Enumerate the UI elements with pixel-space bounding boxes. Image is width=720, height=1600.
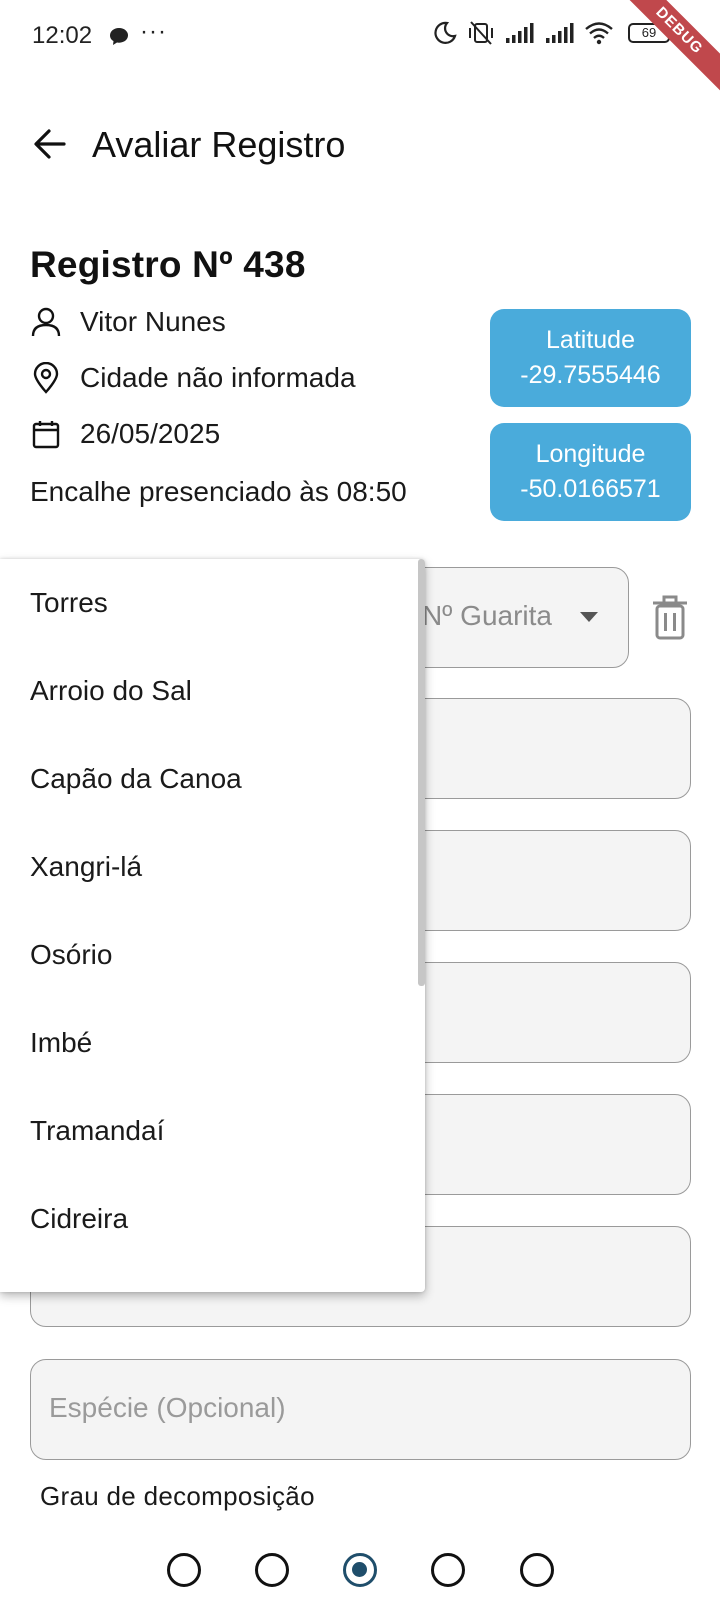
app-bar: Avaliar Registro — [0, 112, 720, 176]
species-input[interactable]: Espécie (Opcional) — [30, 1359, 691, 1460]
record-city: Cidade não informada — [30, 362, 356, 394]
record-user-name: Vitor Nunes — [80, 306, 226, 337]
longitude-button[interactable]: Longitude -50.0166571 — [490, 423, 691, 521]
more-notifications-icon: ··· — [140, 18, 167, 45]
decomposition-label: Grau de decomposição — [40, 1481, 315, 1511]
signal-icon — [506, 23, 534, 43]
longitude-label: Longitude — [535, 440, 646, 468]
page-title: Avaliar Registro — [92, 124, 346, 165]
wifi-icon — [585, 22, 613, 45]
city-dropdown-menu: Torres Arroio do Sal Capão da Canoa Xang… — [0, 559, 425, 1292]
calendar-icon — [32, 421, 60, 449]
signal-icon-2 — [546, 23, 574, 43]
decomposition-radio-1[interactable] — [167, 1553, 201, 1587]
status-icons: 69 — [432, 20, 678, 46]
vibrate-off-icon — [469, 21, 493, 45]
menu-item-capao-da-canoa[interactable]: Capão da Canoa — [0, 735, 418, 823]
location-pin-icon — [33, 362, 59, 394]
record-city-name: Cidade não informada — [80, 362, 356, 393]
back-arrow-icon[interactable] — [28, 122, 72, 166]
menu-item-arroio-do-sal[interactable]: Arroio do Sal — [0, 647, 418, 735]
moon-icon — [434, 21, 457, 44]
trash-icon[interactable] — [650, 593, 690, 643]
record-sighting-time: Encalhe presenciado às 08:50 — [30, 476, 407, 507]
longitude-value: -50.0166571 — [520, 475, 661, 503]
record-title: Registro Nº 438 — [30, 244, 306, 285]
menu-item-osorio[interactable]: Osório — [0, 911, 418, 999]
dropdown-scrollbar[interactable] — [418, 559, 425, 986]
latitude-button[interactable]: Latitude -29.7555446 — [490, 309, 691, 407]
menu-item-torres[interactable]: Torres — [0, 559, 418, 647]
debug-banner: DEBUG — [609, 0, 720, 101]
record-date-value: 26/05/2025 — [80, 418, 221, 449]
decomposition-radio-5[interactable] — [520, 1553, 554, 1587]
decomposition-radio-4[interactable] — [431, 1553, 465, 1587]
record-date: 26/05/2025 — [30, 418, 220, 450]
status-time: 12:02 — [32, 22, 93, 49]
status-bar: 12:02 ··· 69 DEBUG — [0, 0, 720, 101]
record-user: Vitor Nunes — [30, 306, 226, 338]
latitude-value: -29.7555446 — [520, 361, 661, 389]
decomposition-radio-3[interactable] — [343, 1553, 377, 1587]
battery-level: 69 — [641, 25, 657, 40]
species-placeholder: Espécie (Opcional) — [49, 1392, 286, 1423]
guarita-placeholder: Nº Guarita — [421, 600, 552, 631]
menu-item-imbe[interactable]: Imbé — [0, 999, 418, 1087]
menu-item-xangri-la[interactable]: Xangri-lá — [0, 823, 418, 911]
dropdown-arrow-icon — [580, 612, 598, 622]
decomposition-radio-2[interactable] — [255, 1553, 289, 1587]
latitude-label: Latitude — [546, 326, 635, 354]
chat-notification-icon — [110, 28, 128, 45]
menu-item-tramandai[interactable]: Tramandaí — [0, 1087, 418, 1175]
menu-item-cidreira[interactable]: Cidreira — [0, 1175, 418, 1263]
person-icon — [31, 307, 61, 337]
